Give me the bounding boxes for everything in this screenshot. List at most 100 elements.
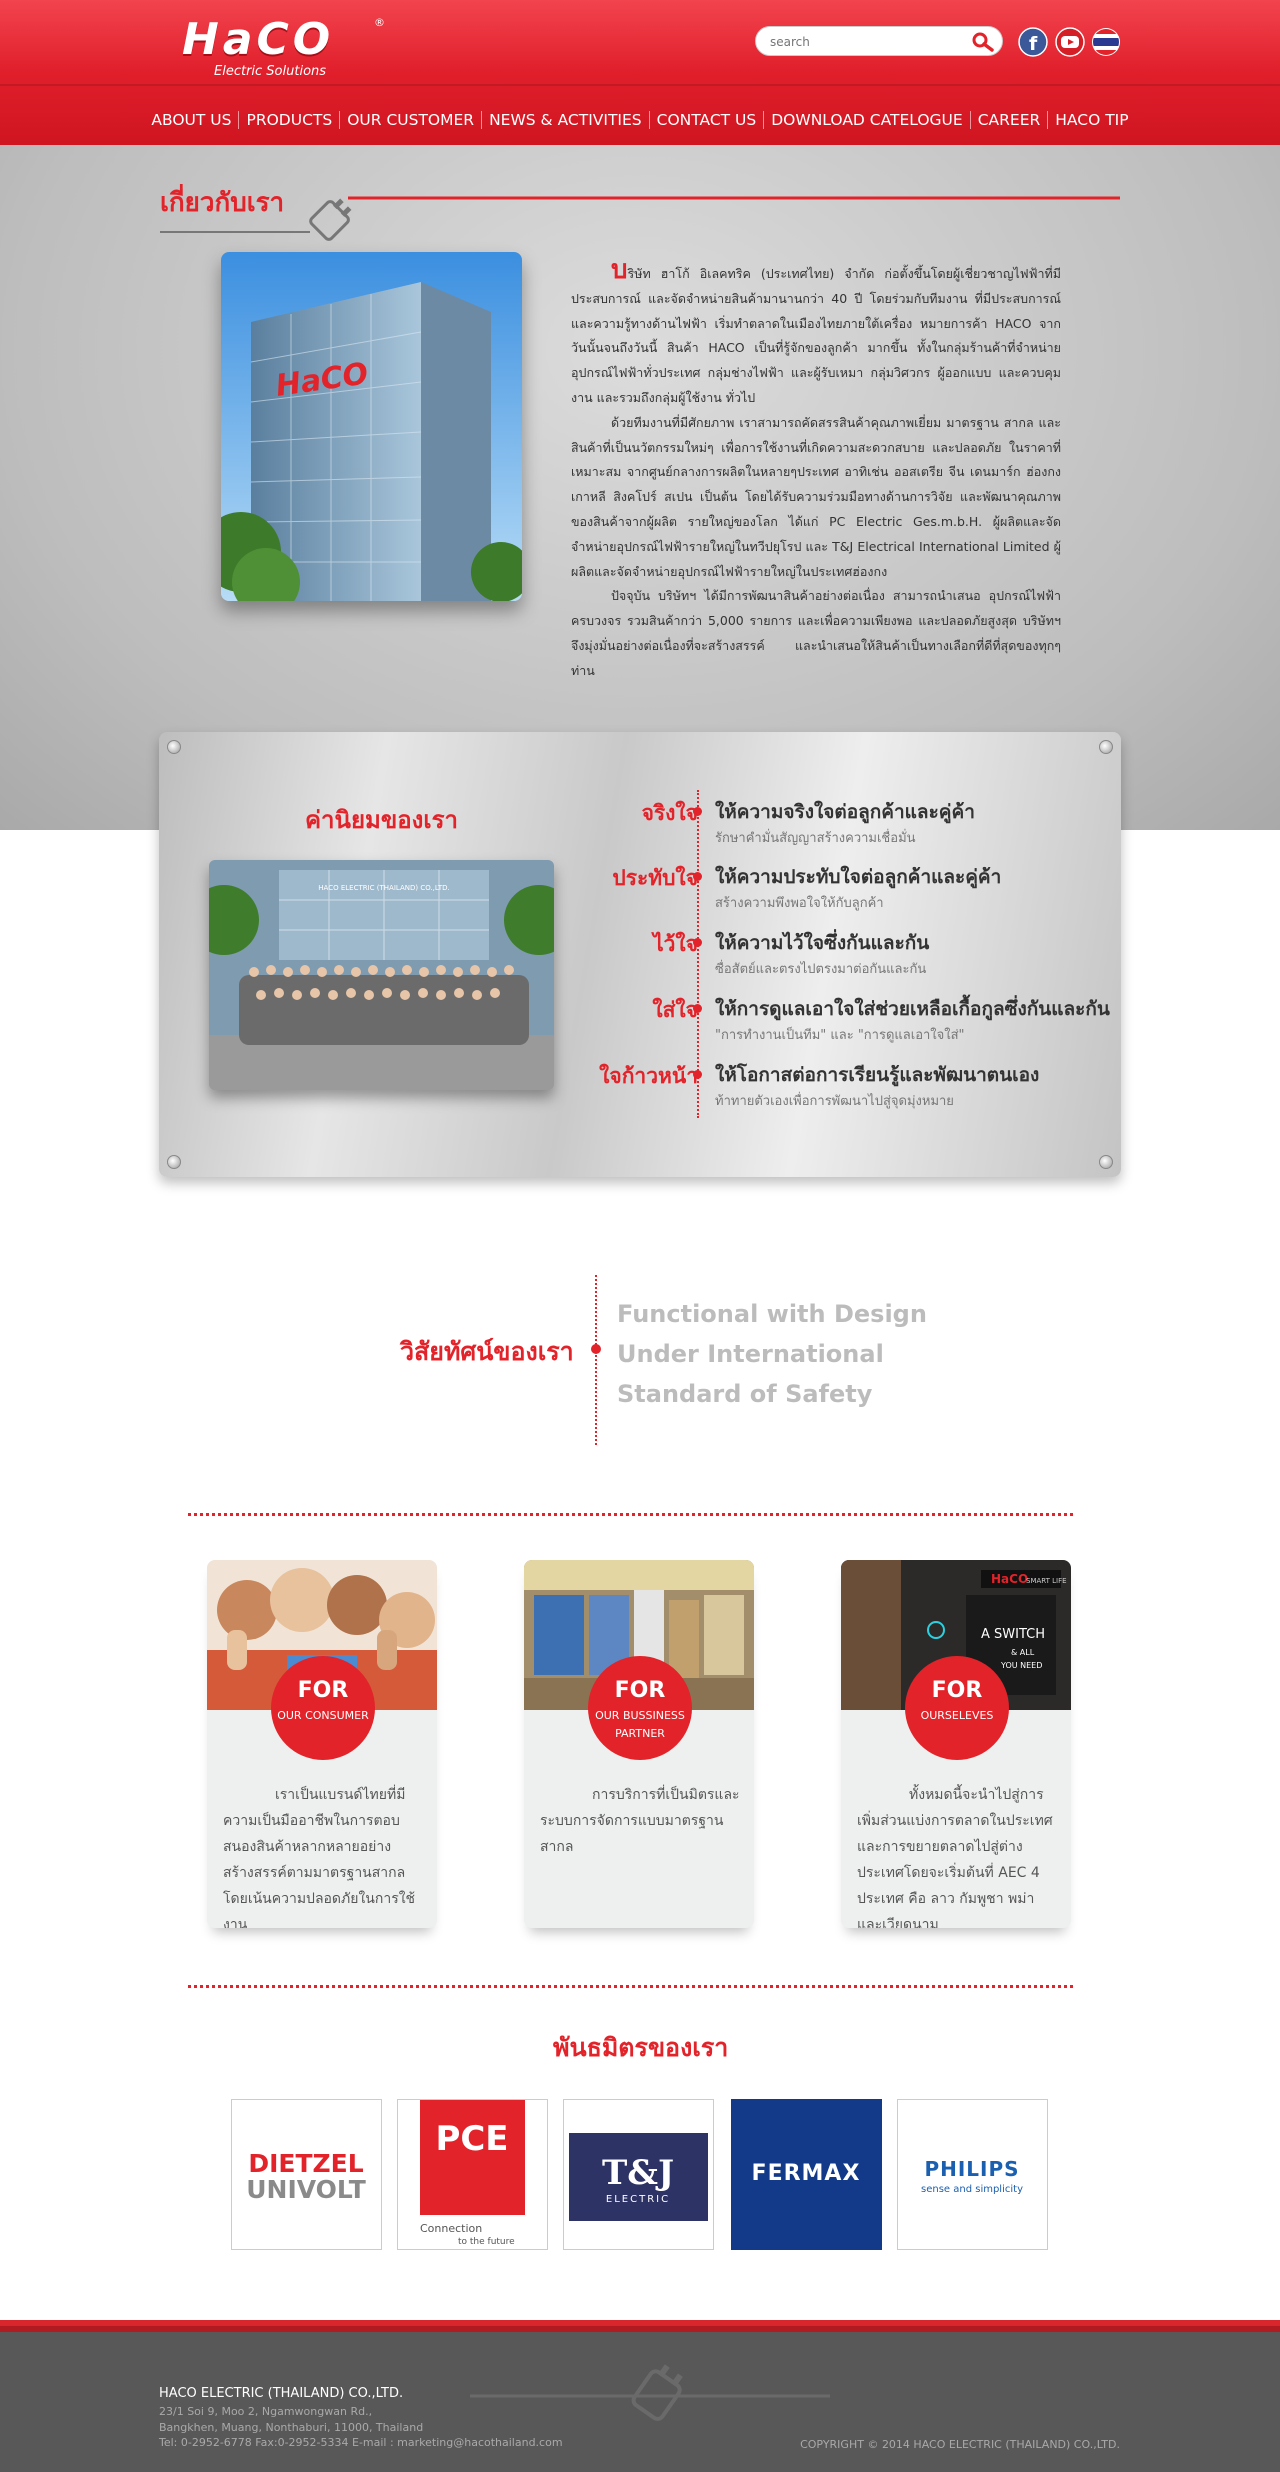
screw-icon bbox=[1099, 740, 1113, 754]
nav-products[interactable]: PRODUCTS bbox=[238, 111, 339, 129]
footer-top-bar bbox=[0, 2326, 1280, 2332]
main-nav: ABOUT US PRODUCTS OUR CUSTOMER NEWS & AC… bbox=[0, 100, 1280, 140]
display-line-1: A SWITCH bbox=[981, 1627, 1045, 1642]
nav-contact-us[interactable]: CONTACT US bbox=[648, 111, 764, 129]
card-consumer[interactable]: FOR OUR CONSUMER เราเป็นแบรนด์ไทยที่มีคว… bbox=[207, 1560, 437, 1928]
svg-text:f: f bbox=[1029, 33, 1038, 55]
value-description: สร้างความพึงพอใจให้กับลูกค้า bbox=[715, 896, 884, 911]
haco-logo[interactable]: HaCO ® Electric Solutions bbox=[182, 14, 392, 84]
logo-wordmark: HaCO bbox=[182, 14, 335, 65]
about-drop-cap: บ bbox=[611, 255, 628, 285]
tj-electric-text: ELECTRIC bbox=[606, 2194, 670, 2205]
screw-icon bbox=[167, 740, 181, 754]
about-title: เกี่ยวกับเรา bbox=[160, 188, 285, 218]
partner-logo-tj[interactable]: T&J ELECTRIC bbox=[563, 2099, 714, 2250]
card-ourselves[interactable]: HaCO SMART LIFE A SWITCH & ALL YOU NEED … bbox=[841, 1560, 1071, 1928]
value-description: ซื่อสัตย์และตรงไปตรงมาต่อกันและกัน bbox=[715, 962, 927, 977]
team-photo: HACO ELECTRIC (THAILAND) CO.,LTD. bbox=[209, 860, 554, 1090]
search-box bbox=[755, 26, 1003, 56]
nav-about-us[interactable]: ABOUT US bbox=[144, 111, 238, 129]
vision-divider bbox=[595, 1275, 597, 1445]
bullet-dot bbox=[693, 938, 702, 947]
vision-title: วิสัยทัศน์ของเรา bbox=[400, 1337, 574, 1366]
value-label: ประทับใจ bbox=[612, 866, 698, 890]
site-header: HaCO ® Electric Solutions f ABOUT US PRO… bbox=[0, 0, 1280, 145]
partner-logo-pce[interactable]: PCE Connection to the future bbox=[397, 2099, 548, 2250]
display-brand: HaCO bbox=[991, 1572, 1028, 1586]
value-row-trust: ไว้ใจ ให้ความไว้ใจซึ่งกันและกัน ซื่อสัตย… bbox=[560, 928, 1080, 988]
about-paragraph-1: บริษัท ฮาโก้ อิเลคทริค (ประเทศไทย) จำกัด… bbox=[571, 255, 1061, 405]
plug-watermark-icon bbox=[470, 2364, 830, 2421]
screw-icon bbox=[1099, 1155, 1113, 1169]
about-paragraph-3: ปัจจุบัน บริษัทฯ ได้มีการพัฒนาสินค้าอย่า… bbox=[571, 588, 1061, 678]
value-row-impress: ประทับใจ ให้ความประทับใจต่อลูกค้าและคู่ค… bbox=[560, 862, 1080, 922]
company-building-photo: HaCO bbox=[221, 252, 522, 601]
value-heading: ให้การดูแลเอาใจใส่ช่วยเหลือเกื้อกูลซึ่งก… bbox=[715, 998, 1110, 1020]
fermax-text: FERMAX bbox=[752, 2161, 861, 2186]
values-title: ค่านิยมของเรา bbox=[305, 806, 458, 834]
footer-copyright: COPYRIGHT © 2014 HACO ELECTRIC (THAILAND… bbox=[800, 2438, 1120, 2451]
dotted-divider bbox=[188, 1513, 1073, 1516]
vision-line-3: Standard of Safety bbox=[617, 1380, 873, 1408]
bullet-dot bbox=[693, 1004, 702, 1013]
pce-text: PCE bbox=[435, 2119, 508, 2159]
partner-logo-fermax[interactable]: FERMAX bbox=[731, 2099, 882, 2250]
card-description: ทั้งหมดนี้จะนำไปสู่การเพิ่มส่วนแบ่งการตล… bbox=[857, 1787, 1053, 1928]
value-heading: ให้ความไว้ใจซึ่งกันและกัน bbox=[715, 932, 930, 954]
nav-our-customer[interactable]: OUR CUSTOMER bbox=[339, 111, 481, 129]
dietzel-text: DIETZEL bbox=[248, 2149, 363, 2178]
footer-company-name: HACO ELECTRIC (THAILAND) CO.,LTD. bbox=[159, 2386, 404, 2401]
display-line-2: & ALL bbox=[1011, 1648, 1035, 1657]
value-row-care: ใส่ใจ ให้การดูแลเอาใจใส่ช่วยเหลือเกื้อกู… bbox=[560, 994, 1109, 1054]
value-label: จริงใจ bbox=[641, 801, 698, 825]
bullet-dot bbox=[693, 1070, 702, 1079]
search-input[interactable] bbox=[770, 33, 960, 51]
bullet-dot bbox=[591, 1344, 601, 1354]
site-footer: HACO ELECTRIC (THAILAND) CO.,LTD. 23/1 S… bbox=[0, 2320, 1280, 2472]
dotted-divider bbox=[188, 1985, 1073, 1988]
partner-logo-philips[interactable]: PHILIPS sense and simplicity bbox=[897, 2099, 1048, 2250]
nav-haco-tip[interactable]: HACO TIP bbox=[1047, 111, 1135, 129]
about-body: บริษัท ฮาโก้ อิเลคทริค (ประเทศไทย) จำกัด… bbox=[571, 255, 1061, 684]
section-title-underline bbox=[160, 196, 1120, 241]
for-badge: FOR OUR CONSUMER bbox=[271, 1656, 375, 1760]
card-description: การบริการที่เป็นมิตรและระบบการจัดการแบบม… bbox=[540, 1787, 740, 1855]
value-description: รักษาคำมั่นสัญญาสร้างความเชื่อมั่น bbox=[715, 831, 916, 846]
card-description: เราเป็นแบรนด์ไทยที่มีความเป็นมืออาชีพในก… bbox=[223, 1787, 416, 1928]
facebook-icon[interactable]: f bbox=[1018, 27, 1048, 57]
team-photo-banner: HACO ELECTRIC (THAILAND) CO.,LTD. bbox=[318, 884, 449, 892]
nav-career[interactable]: CAREER bbox=[969, 111, 1048, 129]
pce-tagline-2: to the future bbox=[458, 2237, 515, 2247]
value-description: "การทำงานเป็นทีม" และ "การดูแลเอาใจใส่" bbox=[715, 1028, 965, 1043]
value-row-progress: ใจก้าวหน้า ให้โอกาสต่อการเรียนรู้และพัฒน… bbox=[560, 1060, 1080, 1120]
footer-address-2: Bangkhen, Muang, Nonthaburi, 11000, Thai… bbox=[159, 2421, 424, 2434]
value-description: ท้าทายตัวเองเพื่อการพัฒนาไปสู่จุดมุ่งหมา… bbox=[715, 1094, 954, 1109]
nav-news-activities[interactable]: NEWS & ACTIVITIES bbox=[481, 111, 649, 129]
pce-tagline-1: Connection bbox=[420, 2222, 482, 2235]
philips-text: PHILIPS bbox=[924, 2157, 1019, 2181]
for-badge: FOR OUR BUSSINESS PARTNER bbox=[588, 1656, 692, 1760]
about-paragraph-2: ด้วยทีมงานที่มีศักยภาพ เราสามารถคัดสรรสิ… bbox=[571, 414, 1061, 579]
bullet-dot bbox=[693, 872, 702, 881]
logo-registered-mark: ® bbox=[374, 16, 385, 29]
nav-download-catalogue[interactable]: DOWNLOAD CATELOGUE bbox=[763, 111, 969, 129]
card-business-partner[interactable]: FOR OUR BUSSINESS PARTNER การบริการที่เป… bbox=[524, 1560, 754, 1928]
value-heading: ให้ความจริงใจต่อลูกค้าและคู่ค้า bbox=[715, 801, 975, 823]
vision-line-1: Functional with Design bbox=[617, 1300, 927, 1328]
screw-icon bbox=[167, 1155, 181, 1169]
thai-flag-icon[interactable] bbox=[1091, 27, 1121, 57]
univolt-text: UNIVOLT bbox=[246, 2175, 366, 2204]
partner-logo-dietzel-univolt[interactable]: DIETZEL UNIVOLT bbox=[231, 2099, 382, 2250]
partners-title: พันธมิตรของเรา bbox=[553, 2033, 729, 2062]
philips-tagline: sense and simplicity bbox=[921, 2184, 1023, 2195]
for-badge: FOR OURSELEVES bbox=[905, 1656, 1009, 1760]
search-icon[interactable] bbox=[972, 32, 994, 52]
logo-tagline: Electric Solutions bbox=[214, 64, 327, 79]
youtube-icon[interactable] bbox=[1055, 27, 1085, 57]
value-label: ใส่ใจ bbox=[652, 998, 698, 1022]
vision-line-2: Under International bbox=[617, 1340, 884, 1368]
value-heading: ให้โอกาสต่อการเรียนรู้และพัฒนาตนเอง bbox=[715, 1064, 1040, 1086]
vision-statement: Functional with Design Under Internation… bbox=[617, 1294, 927, 1414]
footer-contact: Tel: 0-2952-6778 Fax:0-2952-5334 E-mail … bbox=[159, 2436, 563, 2449]
value-row-sincere: จริงใจ ให้ความจริงใจต่อลูกค้าและคู่ค้า ร… bbox=[560, 797, 1080, 857]
